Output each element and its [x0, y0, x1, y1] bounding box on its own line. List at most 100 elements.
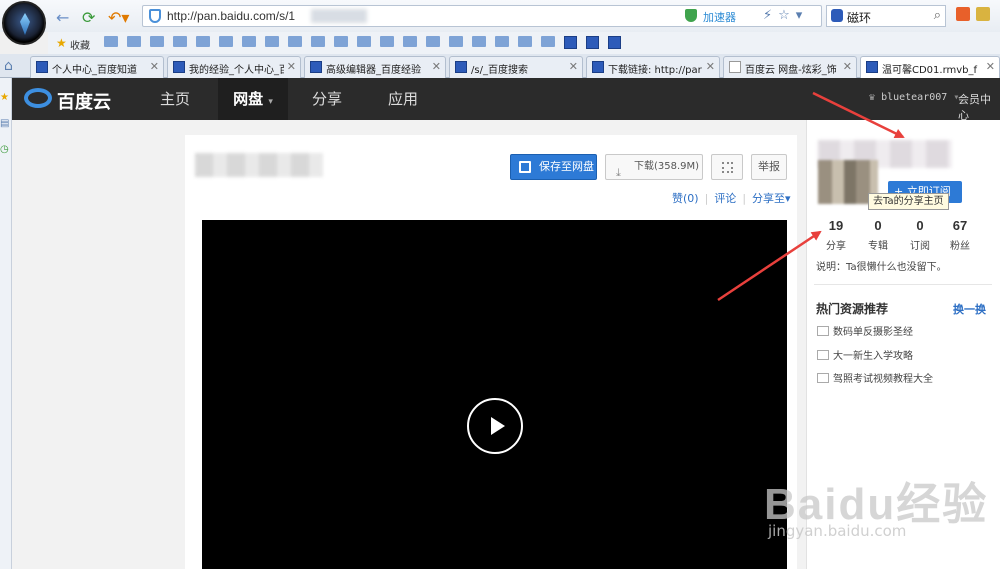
refresh-recommendations-link[interactable]: 换一换	[953, 301, 986, 317]
download-button[interactable]: ⤓ 下载(358.9M)	[605, 154, 703, 180]
nav-apps[interactable]: 应用	[370, 78, 436, 120]
close-icon[interactable]: ✕	[569, 60, 578, 73]
search-value[interactable]: 磁环	[847, 9, 871, 26]
video-player[interactable]	[202, 220, 787, 569]
share-to-link[interactable]: 分享至▾	[752, 192, 791, 205]
close-icon[interactable]: ✕	[432, 60, 441, 73]
url-tools-icons[interactable]: ⚡☆▾	[763, 8, 808, 23]
divider: |	[742, 192, 747, 205]
folder-icon[interactable]	[288, 36, 302, 47]
nav-netdisk[interactable]: 网盘 ▾	[218, 78, 288, 120]
folder-icon[interactable]	[472, 36, 486, 47]
folder-icon[interactable]	[449, 36, 463, 47]
folder-icon[interactable]	[403, 36, 417, 47]
extension-icon[interactable]	[976, 7, 990, 21]
stat-value: 0	[874, 218, 882, 233]
tab-my-jingyan[interactable]: 我的经验_个人中心_百 ✕	[167, 56, 301, 78]
folder-icon[interactable]	[541, 36, 555, 47]
user-menu[interactable]: ♛ bluetear007 ▾	[869, 92, 959, 103]
url-redacted	[311, 9, 367, 23]
bookmarks-label[interactable]: 收藏	[70, 37, 90, 52]
folder-icon[interactable]	[196, 36, 210, 47]
report-button[interactable]: 举报	[751, 154, 787, 180]
folder-icon[interactable]	[357, 36, 371, 47]
tab-baiduyun[interactable]: 百度云 网盘-炫彩_饰 ✕	[723, 56, 857, 78]
hot-item[interactable]: 数码单反摄影圣经	[817, 323, 913, 338]
search-input[interactable]: 磁环 ⌕	[826, 5, 946, 27]
address-bar[interactable]: http://pan.baidu.com/s/1 加速器 ⚡☆▾	[142, 5, 822, 27]
comment-link[interactable]: 评论	[714, 192, 736, 205]
chevron-down-icon: ▾	[268, 97, 273, 107]
play-icon[interactable]	[467, 398, 523, 454]
hot-item[interactable]: 驾照考试视频教程大全	[817, 370, 933, 385]
close-icon[interactable]: ✕	[706, 60, 715, 73]
folder-icon[interactable]	[311, 36, 325, 47]
close-icon[interactable]: ✕	[150, 60, 159, 73]
tab-editor[interactable]: 高级编辑器_百度经验 ✕	[304, 56, 446, 78]
refresh-icon[interactable]: ⟳	[82, 8, 95, 27]
history-icon[interactable]: ◷	[0, 144, 9, 155]
close-icon[interactable]: ✕	[287, 60, 296, 73]
accelerator-shield-icon[interactable]	[685, 9, 697, 22]
member-center-link[interactable]: 会员中心	[958, 91, 1000, 123]
back-icon[interactable]: ←	[56, 8, 69, 27]
tab-download-link[interactable]: 下载链接: http://par ✕	[586, 56, 720, 78]
hot-item-label: 大一新生入学攻略	[833, 351, 913, 362]
save-label: 保存至网盘	[539, 160, 594, 173]
favorites-icon[interactable]: ★	[0, 92, 9, 103]
folder-icon[interactable]	[426, 36, 440, 47]
brand-name[interactable]: 百度云	[57, 88, 111, 114]
browser-logo[interactable]	[2, 1, 46, 45]
accelerator-label[interactable]: 加速器	[703, 9, 736, 25]
undo-icon[interactable]: ↶▾	[108, 8, 129, 27]
baiduyun-cloud-icon[interactable]	[24, 88, 52, 108]
baidu-bookmark-icon[interactable]	[608, 36, 621, 49]
tab-label: 温可馨CD01.rmvb_f	[882, 65, 978, 76]
star-icon[interactable]: ★	[56, 36, 67, 50]
baidu-bookmark-icon[interactable]	[564, 36, 577, 49]
stat-subscriptions[interactable]: 0 订阅	[898, 218, 942, 252]
folder-icon[interactable]	[334, 36, 348, 47]
folder-icon[interactable]	[104, 36, 118, 47]
save-to-netdisk-button[interactable]: 保存至网盘	[510, 154, 597, 180]
qrcode-button[interactable]	[711, 154, 743, 180]
tab-label: 我的经验_个人中心_百	[189, 65, 284, 76]
home-icon[interactable]: ⌂	[4, 58, 13, 74]
folder-icon[interactable]	[518, 36, 532, 47]
folder-icon[interactable]	[219, 36, 233, 47]
baidu-bookmark-icon[interactable]	[586, 36, 599, 49]
file-icon	[817, 350, 829, 360]
tab-label: /s/_百度搜索	[471, 65, 528, 76]
extension-icons	[956, 7, 996, 24]
folder-icon[interactable]	[127, 36, 141, 47]
stat-followers[interactable]: 67 粉丝	[938, 218, 982, 252]
nav-share[interactable]: 分享	[294, 78, 360, 120]
like-link[interactable]: 赞(0)	[672, 192, 699, 205]
url-text[interactable]: http://pan.baidu.com/s/1	[167, 9, 295, 23]
close-icon[interactable]: ✕	[986, 60, 995, 73]
stat-shares[interactable]: 19 分享	[814, 218, 858, 252]
stat-value: 0	[916, 218, 924, 233]
tab-search[interactable]: /s/_百度搜索 ✕	[449, 56, 583, 78]
tab-zhidao[interactable]: 个人中心_百度知道 ✕	[30, 56, 164, 78]
search-icon[interactable]: ⌕	[934, 8, 941, 23]
save-icon	[519, 161, 531, 173]
tab-active-file[interactable]: 温可馨CD01.rmvb_f ✕	[860, 56, 1000, 78]
close-icon[interactable]: ✕	[843, 60, 852, 73]
nav-home[interactable]: 主页	[142, 78, 208, 120]
extension-icon[interactable]	[956, 7, 970, 21]
tab-label: 高级编辑器_百度经验	[326, 65, 421, 76]
folder-icon[interactable]	[173, 36, 187, 47]
folder-icon[interactable]	[495, 36, 509, 47]
notes-icon[interactable]: ▤	[0, 118, 9, 129]
folder-icon[interactable]	[265, 36, 279, 47]
hot-item[interactable]: 大一新生入学攻略	[817, 347, 913, 362]
file-title-redacted	[195, 153, 323, 177]
folder-icon[interactable]	[380, 36, 394, 47]
stat-label: 专辑	[868, 241, 888, 252]
stat-albums[interactable]: 0 专辑	[856, 218, 900, 252]
folder-icon[interactable]	[150, 36, 164, 47]
baidu-paw-icon	[173, 61, 185, 73]
file-icon	[817, 373, 829, 383]
folder-icon[interactable]	[242, 36, 256, 47]
